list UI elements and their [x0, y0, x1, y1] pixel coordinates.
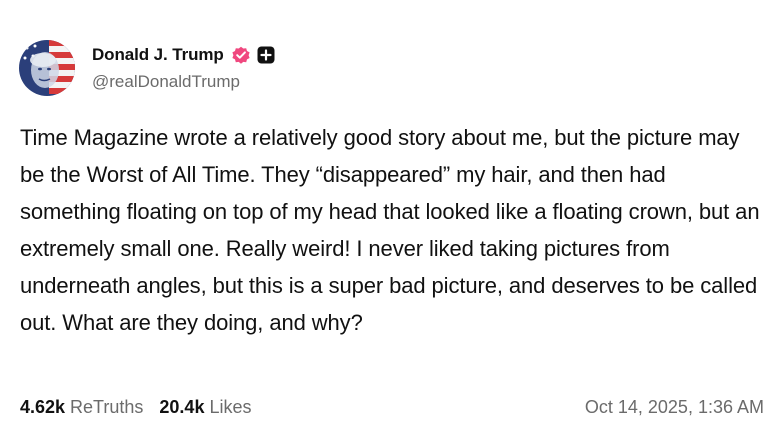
- author-display-name[interactable]: Donald J. Trump: [92, 45, 224, 65]
- author-handle[interactable]: @realDonaldTrump: [92, 72, 240, 92]
- post-text: Time Magazine wrote a relatively good st…: [20, 125, 760, 335]
- plus-box-icon: [256, 45, 276, 65]
- likes-count: 20.4k: [159, 396, 205, 417]
- retruths-stat[interactable]: 4.62k ReTruths: [20, 397, 143, 418]
- avatar[interactable]: [19, 40, 75, 96]
- retruths-count: 4.62k: [20, 396, 66, 417]
- likes-stat[interactable]: 20.4k Likes: [159, 397, 251, 418]
- verified-badge-icon: [231, 45, 251, 65]
- author-name-row: Donald J. Trump: [92, 43, 276, 67]
- truth-post: Donald J. Trump @realDonaldTrump Time Ma…: [0, 0, 782, 432]
- post-timestamp[interactable]: Oct 14, 2025, 1:36 AM: [585, 397, 764, 418]
- retruths-label: ReTruths: [70, 396, 144, 417]
- avatar-flag-portrait: [19, 40, 75, 96]
- likes-label: Likes: [209, 396, 252, 417]
- post-footer: 4.62k ReTruths 20.4k Likes Oct 14, 2025,…: [20, 394, 764, 420]
